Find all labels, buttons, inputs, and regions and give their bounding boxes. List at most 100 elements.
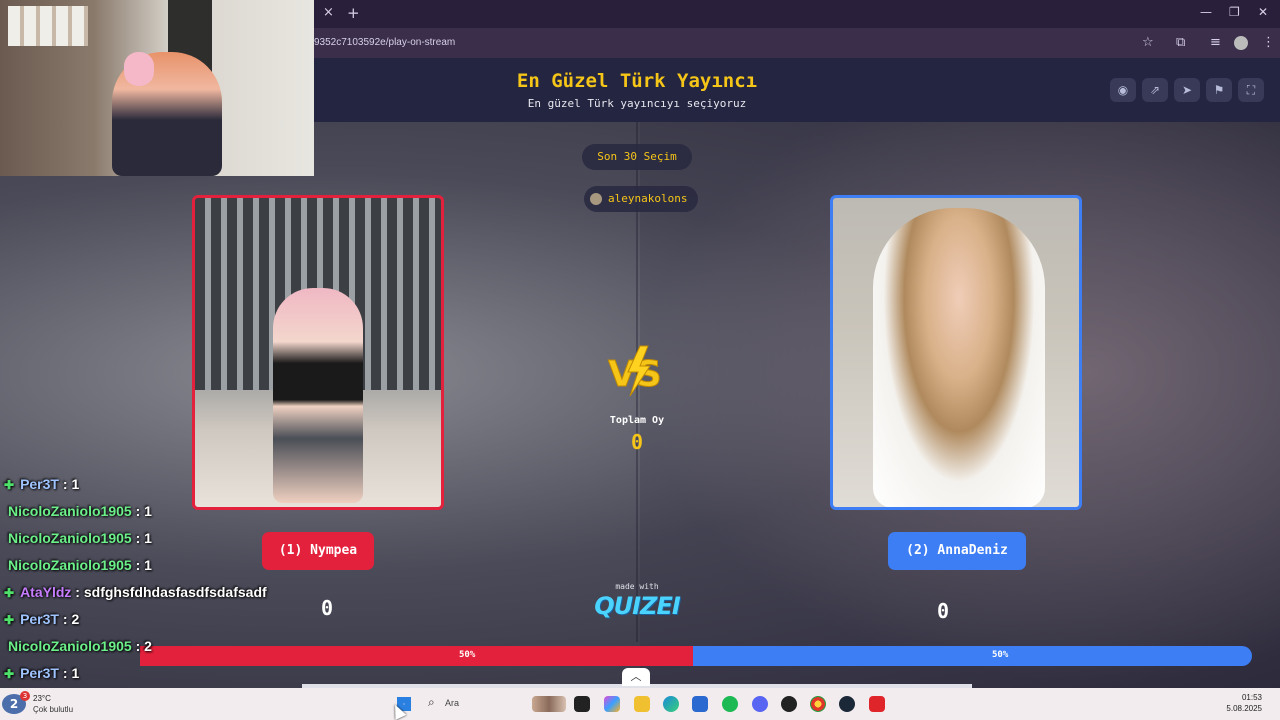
- chat-line: ✚ AtaYldz : sdfghsfdhdasfasdfsdafsadf: [4, 584, 267, 606]
- webcam-shelf: [8, 6, 88, 46]
- vote-button-right[interactable]: (2) AnnaDeniz: [888, 532, 1026, 570]
- chat-username: NicoloZaniolo1905: [8, 557, 132, 573]
- chat-line: NicoloZaniolo1905 : 1: [8, 557, 152, 579]
- flag-icon[interactable]: ⚑: [1206, 78, 1232, 102]
- score-left: 0: [321, 596, 334, 620]
- vote-button-left[interactable]: (1) Nympea: [262, 532, 374, 570]
- chat-line: NicoloZaniolo1905 : 1: [8, 503, 152, 525]
- chat-line: ✚ Per3T : 2: [4, 611, 79, 633]
- percent-right: 50%: [992, 650, 1009, 660]
- steam-icon[interactable]: [839, 696, 855, 712]
- url-text[interactable]: 9352c7103592e/play-on-stream: [314, 37, 455, 48]
- chat-separator: :: [71, 584, 84, 600]
- chat-separator: :: [131, 557, 145, 573]
- candidate-photo-left: [273, 288, 363, 503]
- chat-badge-icon: ✚: [4, 586, 15, 600]
- app-icon[interactable]: [781, 696, 797, 712]
- percent-left: 50%: [459, 650, 476, 660]
- last-picks-pill[interactable]: Son 30 Seçim: [582, 144, 692, 170]
- fullscreen-icon[interactable]: ⛶: [1238, 78, 1264, 102]
- vote-progress-bar: 50% 50%: [0, 646, 1252, 666]
- page-header: En Güzel Türk Yayıncı En güzel Türk yayı…: [314, 58, 1280, 122]
- weather-description[interactable]: Çok bulutlu: [33, 705, 73, 714]
- new-tab-icon[interactable]: +: [347, 4, 360, 22]
- chat-message: 1: [144, 503, 152, 519]
- spotify-icon[interactable]: [722, 696, 738, 712]
- chat-username: NicoloZaniolo1905: [8, 530, 132, 546]
- voter-avatar: [590, 193, 602, 205]
- chat-line: NicoloZaniolo1905 : 1: [8, 530, 152, 552]
- weather-temperature[interactable]: 23°C: [33, 694, 51, 703]
- task-view-icon[interactable]: [574, 696, 590, 712]
- chat-username: NicoloZaniolo1905: [8, 503, 132, 519]
- chat-separator: :: [58, 611, 72, 627]
- chevron-up-icon[interactable]: ︿: [622, 668, 650, 686]
- chat-line: NicoloZaniolo1905 : 2: [8, 638, 152, 660]
- chat-message: 2: [71, 611, 80, 627]
- copilot-icon[interactable]: [604, 696, 620, 712]
- chat-line: ✚ Per3T : 1: [4, 665, 79, 687]
- chat-separator: :: [131, 638, 145, 654]
- chat-badge-icon: ✚: [4, 478, 15, 492]
- chat-username: NicoloZaniolo1905: [8, 638, 132, 654]
- window-close-icon[interactable]: ✕: [1258, 5, 1268, 19]
- browser-menu-icon[interactable]: ⋮: [1262, 35, 1275, 50]
- edge-icon[interactable]: [663, 696, 679, 712]
- minimize-icon[interactable]: —: [1200, 5, 1212, 19]
- candidate-card-right[interactable]: [830, 195, 1082, 510]
- youtube-icon[interactable]: [869, 696, 885, 712]
- extensions-icon[interactable]: ⧉: [1176, 35, 1185, 50]
- clock-time[interactable]: 01:53: [1242, 693, 1262, 702]
- store-icon[interactable]: [692, 696, 708, 712]
- media-icon[interactable]: ≡: [1210, 35, 1221, 50]
- chat-badge-icon: ✚: [4, 613, 15, 627]
- restore-icon[interactable]: ❐: [1229, 5, 1240, 19]
- candidate-photo-right: [873, 208, 1045, 507]
- voter-name: aleynakolons: [608, 192, 688, 205]
- page-title: En Güzel Türk Yayıncı: [516, 70, 758, 92]
- discord-icon[interactable]: [752, 696, 768, 712]
- vote-bar-right: 50%: [693, 646, 1252, 666]
- chat-username: AtaYldz: [20, 584, 72, 600]
- tab-close-icon[interactable]: ×: [323, 5, 334, 20]
- chat-separator: :: [131, 503, 145, 519]
- chat-separator: :: [58, 665, 72, 681]
- chat-line: ✚ Per3T : 1: [4, 476, 79, 498]
- candidate-card-left[interactable]: [192, 195, 444, 510]
- chat-username: Per3T: [20, 476, 59, 492]
- search-icon[interactable]: ⌕: [428, 695, 435, 710]
- chrome-icon[interactable]: [810, 696, 826, 712]
- chat-message: 1: [144, 530, 152, 546]
- clock-date[interactable]: 5.08.2025: [1226, 704, 1262, 713]
- page-subtitle: En güzel Türk yayıncıyı seçiyoruz: [527, 97, 747, 110]
- share-icon[interactable]: ⇗: [1142, 78, 1168, 102]
- weather-badge: 3: [20, 691, 30, 701]
- chat-separator: :: [131, 530, 145, 546]
- total-votes-label: Toplam Oy: [609, 415, 665, 426]
- chat-message: 1: [71, 665, 80, 681]
- chat-username: Per3T: [20, 665, 59, 681]
- headset-icon: [124, 52, 154, 86]
- bookmark-star-icon[interactable]: ☆: [1142, 35, 1154, 50]
- score-right: 0: [937, 599, 950, 623]
- chat-badge-icon: ✚: [4, 667, 15, 681]
- chat-separator: :: [58, 476, 72, 492]
- taskbar-search-input[interactable]: Ara: [445, 698, 459, 708]
- chat-username: Per3T: [20, 611, 59, 627]
- profile-avatar[interactable]: [1234, 36, 1248, 50]
- eye-icon[interactable]: ◉: [1110, 78, 1136, 102]
- vs-lightning-icon: VS: [608, 345, 662, 397]
- vote-bar-left: 50%: [140, 646, 693, 666]
- chat-message: 1: [144, 557, 152, 573]
- voter-pill: aleynakolons: [584, 186, 698, 212]
- webcam-overlay: [0, 0, 314, 176]
- file-explorer-icon[interactable]: [634, 696, 650, 712]
- total-votes-value: 0: [630, 430, 644, 454]
- chat-message: 2: [144, 638, 152, 654]
- chat-message: 1: [71, 476, 80, 492]
- quizei-logo[interactable]: QUIZEI: [592, 592, 682, 620]
- send-icon[interactable]: ➤: [1174, 78, 1200, 102]
- search-highlight-image[interactable]: [532, 696, 566, 712]
- windows-taskbar: 2 3 23°C Çok bulutlu ⌕ Ara 01:53 5.08.20…: [0, 688, 1280, 720]
- made-with-label: made with: [615, 582, 659, 591]
